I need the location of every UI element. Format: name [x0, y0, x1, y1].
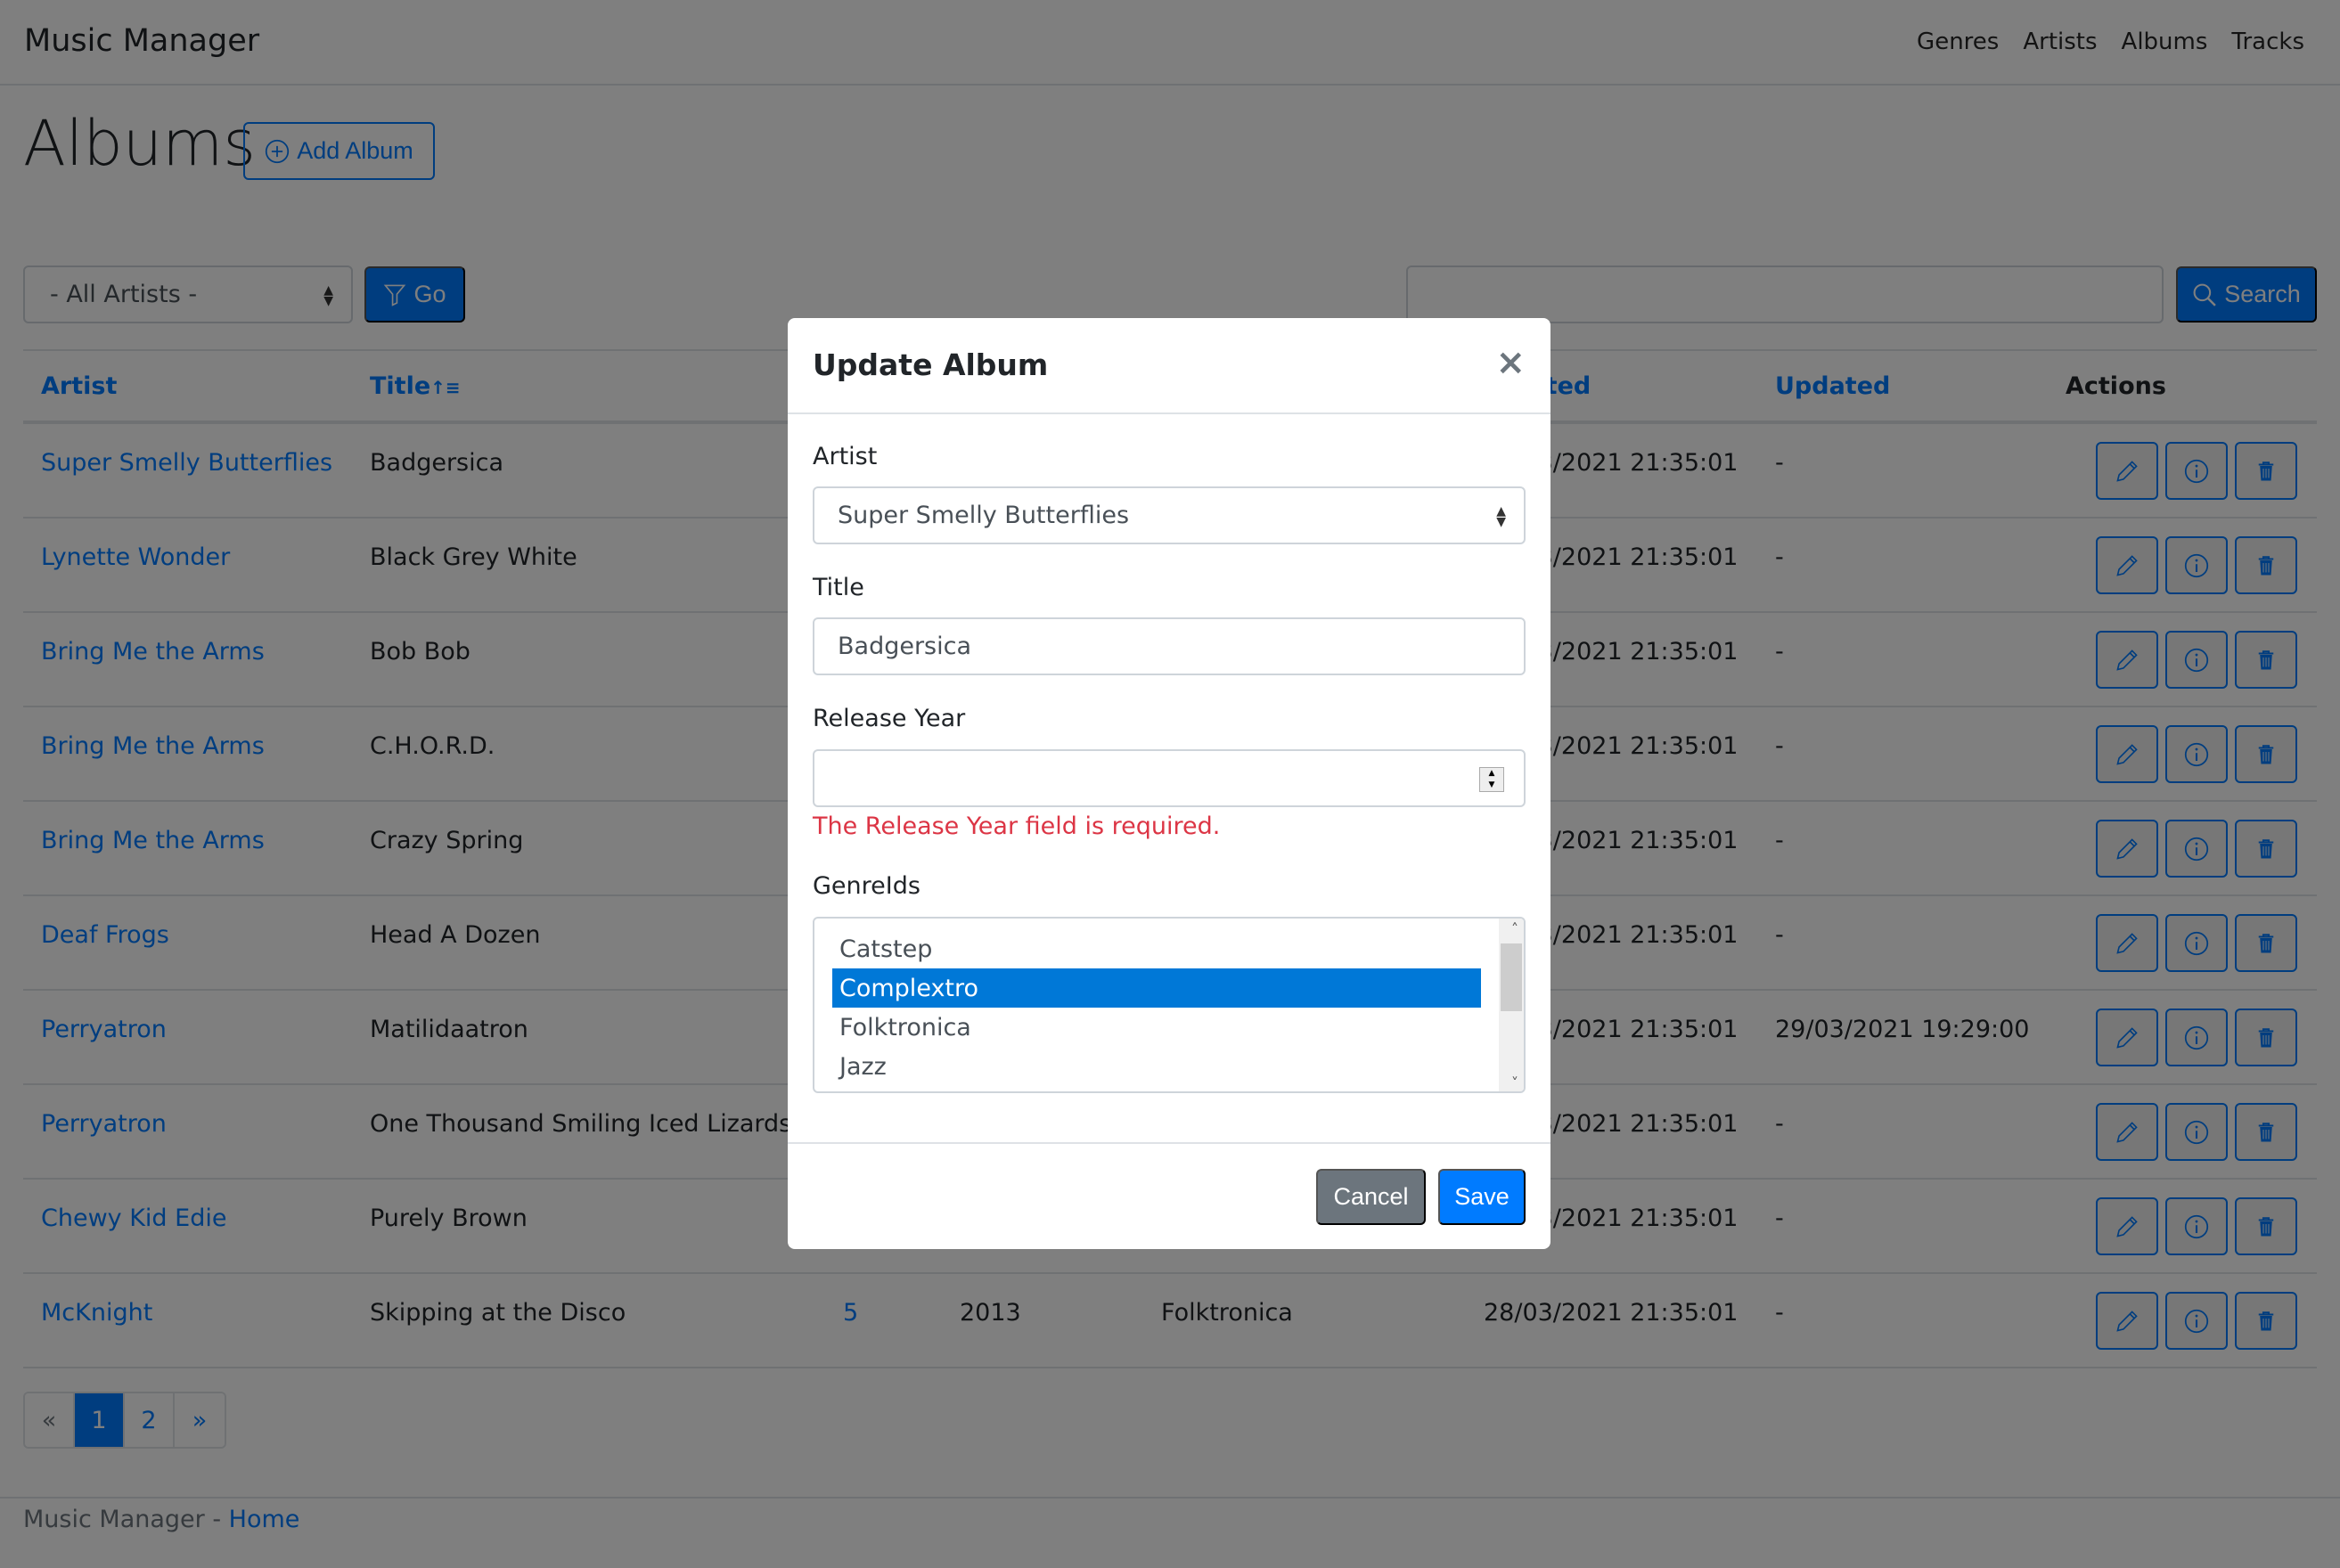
- genre-option[interactable]: Jazz: [832, 1047, 1481, 1086]
- number-spinner[interactable]: ▲ ▼: [1479, 767, 1504, 792]
- genre-option[interactable]: Folktronica: [832, 1008, 1481, 1047]
- artist-select-value: Super Smelly Butterflies: [838, 502, 1130, 529]
- genreids-listbox[interactable]: Catstep Complextro Folktronica Jazz ˄ ˅: [813, 917, 1526, 1093]
- select-caret-icon: ▲▼: [1496, 504, 1506, 529]
- update-album-modal: Update Album × Artist Super Smelly Butte…: [788, 318, 1550, 1249]
- spinner-down-icon[interactable]: ▼: [1480, 780, 1503, 791]
- scroll-up-icon[interactable]: ˄: [1511, 920, 1518, 937]
- genre-option-selected[interactable]: Complextro: [832, 968, 1481, 1008]
- spinner-up-icon[interactable]: ▲: [1480, 768, 1503, 780]
- genreids-label: GenreIds: [813, 872, 920, 900]
- release-year-input[interactable]: ▲ ▼: [813, 749, 1526, 807]
- release-year-label: Release Year: [813, 705, 966, 732]
- scroll-down-icon[interactable]: ˅: [1511, 1074, 1518, 1091]
- title-input-value: Badgersica: [838, 633, 972, 660]
- scrollbar-thumb[interactable]: [1501, 943, 1522, 1011]
- cancel-button[interactable]: Cancel: [1316, 1169, 1426, 1225]
- genre-option[interactable]: Catstep: [832, 929, 1481, 968]
- modal-header: Update Album ×: [788, 318, 1550, 414]
- title-label: Title: [813, 574, 864, 601]
- artist-select[interactable]: Super Smelly Butterflies ▲ ▼: [813, 486, 1526, 544]
- modal-title: Update Album: [813, 347, 1049, 382]
- artist-label: Artist: [813, 443, 878, 470]
- save-button[interactable]: Save: [1438, 1169, 1526, 1225]
- release-year-error: The Release Year field is required.: [813, 813, 1221, 840]
- close-icon[interactable]: ×: [1495, 345, 1526, 380]
- listbox-scrollbar[interactable]: ˄ ˅: [1499, 919, 1524, 1091]
- title-input[interactable]: Badgersica: [813, 617, 1526, 675]
- modal-footer: Cancel Save: [788, 1142, 1550, 1249]
